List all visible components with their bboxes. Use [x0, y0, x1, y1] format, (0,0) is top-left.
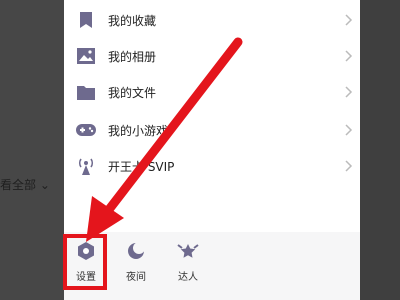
- menu-item-album[interactable]: 我的相册: [64, 38, 360, 74]
- night-mode-button[interactable]: 夜间: [116, 240, 156, 290]
- photo-album-icon: [76, 46, 96, 66]
- menu-item-label: 我的相册: [108, 49, 157, 64]
- menu-item-mini-games[interactable]: 我的小游戏: [64, 112, 360, 148]
- menu-item-files[interactable]: 我的文件: [64, 74, 360, 110]
- moon-icon: [125, 240, 147, 262]
- gamepad-icon: [76, 120, 96, 140]
- menu-item-label: 我的文件: [108, 85, 157, 100]
- menu-item-label: 开王卡 SVIP: [108, 159, 175, 174]
- night-mode-label: 夜间: [126, 272, 146, 283]
- chevron-right-icon: [345, 86, 353, 98]
- chevron-right-icon: [345, 124, 353, 136]
- menu-item-label: 我的小游戏: [108, 123, 169, 138]
- backdrop-left: 看全部 ⌄: [0, 0, 64, 300]
- winged-star-icon: [177, 240, 199, 262]
- backdrop-right: [360, 0, 400, 300]
- bookmark-icon: [76, 10, 96, 30]
- expert-button[interactable]: 达人: [168, 240, 208, 290]
- backdrop-view-all-text: 看全部 ⌄: [0, 178, 50, 192]
- menu-item-label: 我的收藏: [108, 13, 157, 28]
- signal-tower-icon: [76, 156, 96, 176]
- folder-icon: [76, 82, 96, 102]
- expert-label: 达人: [178, 272, 198, 283]
- chevron-right-icon: [345, 14, 353, 26]
- chevron-right-icon: [345, 160, 353, 172]
- settings-highlight-box: [63, 234, 107, 290]
- chevron-right-icon: [345, 50, 353, 62]
- side-drawer-panel: 我的收藏 我的相册 我的文件 我的小游戏 开王卡 SVIP 设置 夜间 达人: [64, 0, 360, 300]
- menu-item-king-card-svip[interactable]: 开王卡 SVIP: [64, 148, 360, 184]
- menu-item-favorites[interactable]: 我的收藏: [64, 2, 360, 38]
- drawer-bottom-bar: [64, 232, 360, 300]
